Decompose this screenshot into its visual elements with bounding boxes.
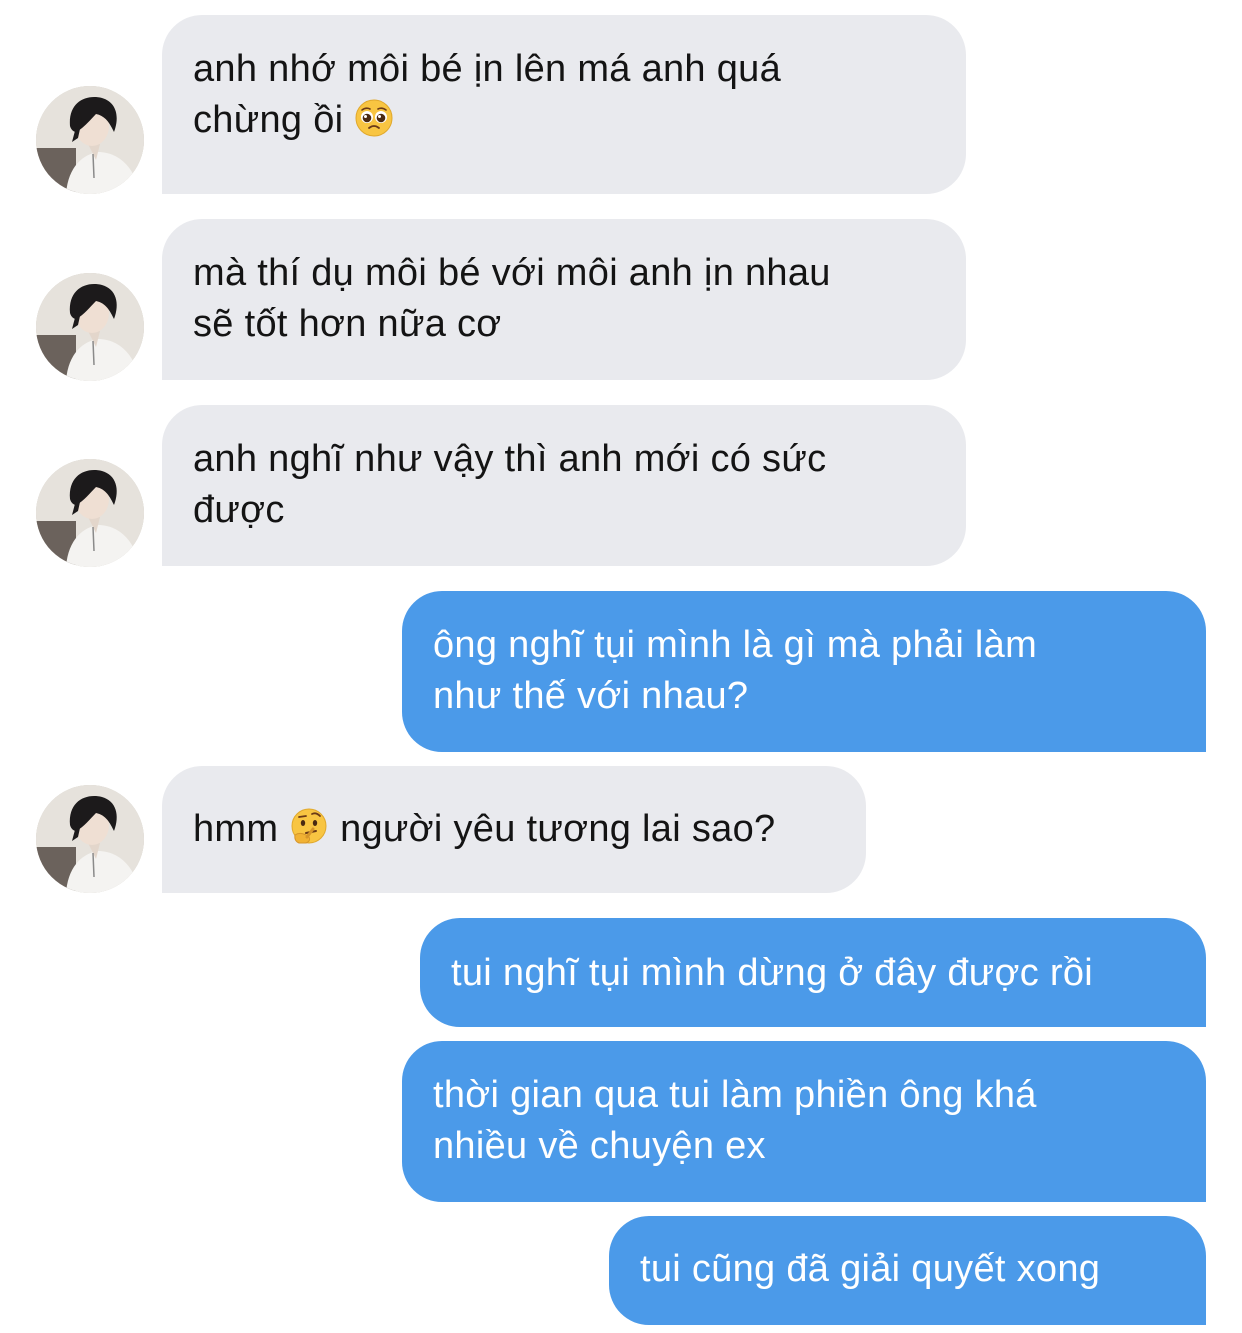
message-text: sẽ tốt hơn nữa cơ [193,303,502,345]
chat-thread: anh nhớ môi bé ịn lên má anh quá chừng ồ… [0,0,1242,1333]
contact-avatar[interactable] [36,86,144,194]
contact-avatar[interactable] [36,785,144,893]
message-text: như thế với nhau? [433,675,749,717]
message-text: được [193,489,285,531]
message-text: tui cũng đã giải quyết xong [640,1248,1101,1290]
message-text: tui nghĩ tụi mình dừng ở đây được rồi [451,952,1094,994]
message-text: nhiều về chuyện ex [433,1125,766,1167]
message-text: thời gian qua tui làm phiền ông khá [433,1074,1037,1116]
pleading-face-emoji-icon [354,98,394,138]
message-text: người yêu tương lai sao? [340,808,776,850]
message-text: mà thí dụ môi bé với môi anh ịn nhau [193,252,831,294]
contact-avatar[interactable] [36,459,144,567]
incoming-message-bubble[interactable]: anh nhớ môi bé ịn lên má anh quá chừng ồ… [162,15,966,194]
outgoing-message-bubble[interactable]: tui nghĩ tụi mình dừng ở đây được rồi [420,918,1206,1027]
thinking-face-emoji-icon [289,807,329,847]
outgoing-message-bubble[interactable]: thời gian qua tui làm phiền ông khá nhiề… [402,1041,1206,1202]
message-text: anh nghĩ như vậy thì anh mới có sức [193,438,827,480]
message-text: chừng ồi [193,99,344,141]
message-text: hmm [193,808,279,850]
message-text: ông nghĩ tụi mình là gì mà phải làm [433,624,1038,666]
outgoing-message-bubble[interactable]: tui cũng đã giải quyết xong [609,1216,1206,1325]
contact-avatar[interactable] [36,273,144,381]
outgoing-message-bubble[interactable]: ông nghĩ tụi mình là gì mà phải làm như … [402,591,1206,752]
message-text: anh nhớ môi bé ịn lên má anh quá [193,48,782,90]
incoming-message-bubble[interactable]: mà thí dụ môi bé với môi anh ịn nhau sẽ … [162,219,966,380]
incoming-message-bubble[interactable]: hmm người yêu tương lai sao? [162,766,866,893]
incoming-message-bubble[interactable]: anh nghĩ như vậy thì anh mới có sức được [162,405,966,566]
